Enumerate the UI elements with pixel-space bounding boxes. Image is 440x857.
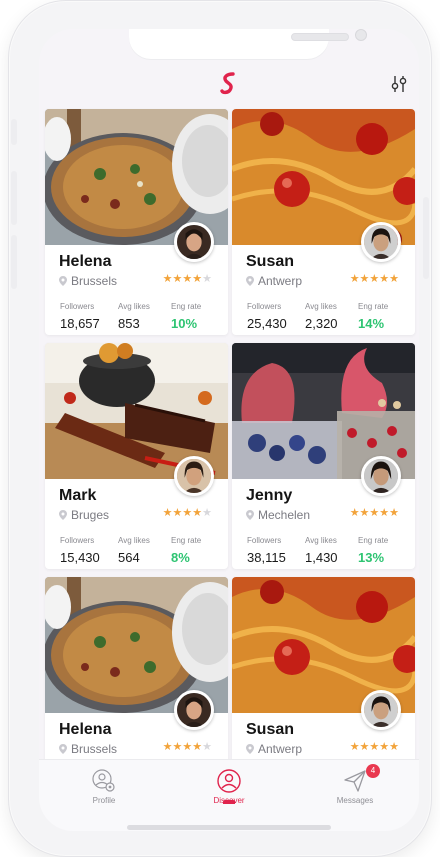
influencer-name: Susan xyxy=(246,721,295,738)
app-logo-s-icon[interactable] xyxy=(217,71,241,97)
influencer-name: Helena xyxy=(59,721,112,738)
location-text: Brussels xyxy=(71,274,118,288)
location-text: Brussels xyxy=(71,742,118,756)
location: Antwerp xyxy=(246,742,302,756)
avg-likes-value: 2,320 xyxy=(305,316,338,331)
tab-profile-label: Profile xyxy=(92,796,116,805)
eng-rate-label: Eng rate xyxy=(358,536,389,545)
star-rating: ★★★★★ xyxy=(349,273,399,285)
avg-likes-label: Avg likes xyxy=(305,536,337,545)
unread-badge: 4 xyxy=(366,764,380,778)
eng-rate-stat: Eng rate 14% xyxy=(358,302,388,331)
avatar[interactable] xyxy=(361,690,401,730)
avatar[interactable] xyxy=(174,690,214,730)
volume-down-button xyxy=(11,235,17,289)
followers-label: Followers xyxy=(247,536,282,545)
eng-rate-value: 13% xyxy=(358,550,385,565)
star-rating: ★★★★★ xyxy=(162,273,212,285)
notch xyxy=(129,29,367,59)
followers-label: Followers xyxy=(60,536,95,545)
location-pin-icon xyxy=(246,276,254,286)
eng-rate-value: 10% xyxy=(171,316,198,331)
followers-label: Followers xyxy=(247,302,282,311)
avg-likes-stat: Avg likes 564 xyxy=(118,536,150,565)
active-tab-indicator xyxy=(223,800,235,804)
avg-likes-stat: Avg likes 853 xyxy=(118,302,150,331)
discover-user-icon xyxy=(217,769,241,793)
location-text: Antwerp xyxy=(258,742,303,756)
location: Brussels xyxy=(59,742,117,756)
followers-stat: Followers 25,430 xyxy=(247,302,287,331)
influencer-card[interactable]: Susan Antwerp ★★★★★ Followers 25,430 Avg … xyxy=(232,109,415,335)
eng-rate-stat: Eng rate 10% xyxy=(171,302,201,331)
influencer-name: Susan xyxy=(246,253,295,270)
star-rating: ★★★★★ xyxy=(349,741,399,753)
location: Brussels xyxy=(59,274,117,288)
followers-label: Followers xyxy=(60,302,95,311)
mute-switch xyxy=(11,119,17,145)
tab-messages-label: Messages xyxy=(336,796,374,805)
camera xyxy=(355,29,367,41)
power-button xyxy=(423,197,429,279)
avg-likes-value: 853 xyxy=(118,316,140,331)
app-screen: Helena Brussels ★★★★★ Followers 18,657 Av… xyxy=(39,29,419,831)
phone-frame: Helena Brussels ★★★★★ Followers 18,657 Av… xyxy=(8,0,432,857)
influencer-name: Mark xyxy=(59,487,97,504)
location-pin-icon xyxy=(59,744,67,754)
speaker xyxy=(291,33,349,41)
filter-sliders-icon[interactable] xyxy=(389,74,409,94)
followers-stat: Followers 38,115 xyxy=(247,536,286,565)
eng-rate-value: 8% xyxy=(171,550,190,565)
location-text: Antwerp xyxy=(258,274,303,288)
avatar[interactable] xyxy=(174,222,214,262)
followers-value: 15,430 xyxy=(60,550,100,565)
followers-value: 25,430 xyxy=(247,316,287,331)
influencer-name: Jenny xyxy=(246,487,293,504)
location-pin-icon xyxy=(59,510,67,520)
eng-rate-label: Eng rate xyxy=(171,536,202,545)
followers-stat: Followers 18,657 xyxy=(60,302,100,331)
location-pin-icon xyxy=(246,744,254,754)
avg-likes-label: Avg likes xyxy=(118,536,150,545)
eng-rate-stat: Eng rate 8% xyxy=(171,536,201,565)
location: Mechelen xyxy=(246,508,310,522)
eng-rate-label: Eng rate xyxy=(171,302,202,311)
tab-messages[interactable]: Messages 4 xyxy=(315,764,395,805)
star-rating: ★★★★★ xyxy=(162,507,212,519)
followers-stat: Followers 15,430 xyxy=(60,536,100,565)
avg-likes-stat: Avg likes 1,430 xyxy=(305,536,338,565)
location-text: Bruges xyxy=(71,508,110,522)
avatar[interactable] xyxy=(174,456,214,496)
star-rating: ★★★★★ xyxy=(162,741,212,753)
influencer-card[interactable]: Helena Brussels ★★★★★ Followers 18,657 Av… xyxy=(45,109,228,335)
eng-rate-label: Eng rate xyxy=(358,302,389,311)
followers-value: 38,115 xyxy=(247,550,286,565)
avg-likes-label: Avg likes xyxy=(305,302,337,311)
eng-rate-stat: Eng rate 13% xyxy=(358,536,388,565)
tab-profile[interactable]: Profile xyxy=(64,768,144,805)
profile-gear-icon xyxy=(92,769,115,792)
avg-likes-stat: Avg likes 2,320 xyxy=(305,302,338,331)
location: Antwerp xyxy=(246,274,302,288)
avatar[interactable] xyxy=(361,456,401,496)
influencer-card[interactable]: Mark Bruges ★★★★★ Followers 15,430 Avg li… xyxy=(45,343,228,569)
location-text: Mechelen xyxy=(258,508,311,522)
home-indicator[interactable] xyxy=(127,825,331,830)
volume-up-button xyxy=(11,171,17,225)
influencer-name: Helena xyxy=(59,253,112,270)
eng-rate-value: 14% xyxy=(358,316,385,331)
location: Bruges xyxy=(59,508,109,522)
avg-likes-value: 1,430 xyxy=(305,550,338,565)
followers-value: 18,657 xyxy=(60,316,100,331)
location-pin-icon xyxy=(246,510,254,520)
avg-likes-label: Avg likes xyxy=(118,302,150,311)
location-pin-icon xyxy=(59,276,67,286)
star-rating: ★★★★★ xyxy=(349,507,399,519)
avg-likes-value: 564 xyxy=(118,550,140,565)
avatar[interactable] xyxy=(361,222,401,262)
influencer-card[interactable]: Jenny Mechelen ★★★★★ Followers 38,115 Avg… xyxy=(232,343,415,569)
bottom-tab-bar: Profile Discover Messages 4 xyxy=(39,759,419,831)
paper-plane-icon xyxy=(344,770,366,792)
